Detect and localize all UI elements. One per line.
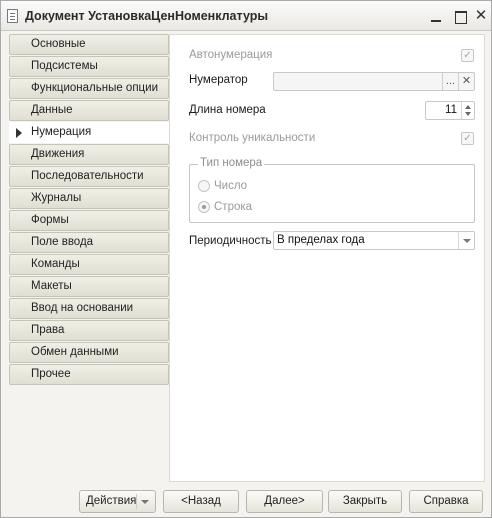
- sidebar-item-label: Макеты: [31, 280, 72, 292]
- sidebar-item-journals[interactable]: Журналы: [9, 188, 169, 209]
- sidebar-item-label: Обмен данными: [31, 346, 119, 358]
- autonumbering-label: Автонумерация: [189, 49, 273, 61]
- sidebar-item-other[interactable]: Прочее: [9, 364, 169, 385]
- periodicity-value: В пределах года: [277, 234, 365, 246]
- number-length-stepper[interactable]: 11: [425, 101, 475, 120]
- sidebar-item-label: Данные: [31, 104, 73, 116]
- number-length-label: Длина номера: [189, 104, 266, 116]
- sidebar-item-label: Движения: [31, 148, 85, 160]
- actions-button[interactable]: Действия: [79, 490, 156, 513]
- sidebar-item-label: Ввод на основании: [31, 302, 134, 314]
- uniqueness-control-checkbox[interactable]: ✓: [461, 132, 474, 145]
- back-button[interactable]: <Назад: [163, 490, 239, 513]
- number-type-title: Тип номера: [198, 157, 265, 169]
- sidebar-item-numbering[interactable]: Нумерация: [9, 122, 174, 143]
- uniqueness-control-label: Контроль уникальности: [189, 132, 316, 144]
- close-window-button[interactable]: ✕: [473, 8, 489, 24]
- numerator-select-button[interactable]: ...: [442, 73, 458, 90]
- chevron-down-icon[interactable]: [458, 232, 474, 249]
- sidebar-item-subsystems[interactable]: Подсистемы: [9, 56, 169, 77]
- autonumbering-checkbox[interactable]: ✓: [461, 49, 474, 62]
- periodicity-select[interactable]: В пределах года: [273, 231, 475, 250]
- number-length-value: 11: [445, 104, 457, 116]
- sidebar-item-templates[interactable]: Макеты: [9, 276, 169, 297]
- window-title: Документ УстановкаЦенНоменклатуры: [25, 9, 269, 23]
- sidebar-item-commands[interactable]: Команды: [9, 254, 169, 275]
- active-marker-icon: [16, 128, 22, 138]
- radio-string[interactable]: [198, 201, 210, 213]
- radio-number-label: Число: [214, 180, 248, 192]
- help-button[interactable]: Справка: [409, 490, 483, 513]
- periodicity-label: Периодичность: [189, 235, 272, 247]
- minimize-button[interactable]: [428, 8, 444, 24]
- sidebar-item-label: Нумерация: [31, 126, 92, 138]
- next-button[interactable]: Далее>: [246, 490, 323, 513]
- spin-up-icon: [465, 105, 471, 109]
- numerator-field[interactable]: ... ✕: [273, 72, 475, 91]
- sidebar-item-input-field[interactable]: Поле ввода: [9, 232, 169, 253]
- sidebar-item-label: Права: [31, 324, 65, 336]
- sidebar-item-label: Команды: [31, 258, 80, 270]
- title-bar: Документ УстановкаЦенНоменклатуры ✕: [1, 1, 491, 31]
- sidebar-item-label: Функциональные опции: [31, 82, 158, 94]
- chevron-down-icon: [141, 500, 149, 504]
- sidebar-item-label: Поле ввода: [31, 236, 94, 248]
- spin-down-icon: [465, 112, 471, 116]
- actions-label: Действия: [86, 495, 137, 507]
- sidebar-item-rights[interactable]: Права: [9, 320, 169, 341]
- sidebar-item-movements[interactable]: Движения: [9, 144, 169, 165]
- radio-number[interactable]: [198, 180, 210, 192]
- sidebar-item-data[interactable]: Данные: [9, 100, 169, 121]
- sidebar-item-main[interactable]: Основные: [9, 34, 169, 55]
- radio-string-label: Строка: [214, 201, 253, 213]
- sidebar-item-label: Основные: [31, 38, 86, 50]
- sidebar-item-label: Журналы: [31, 192, 82, 204]
- numerator-clear-button[interactable]: ✕: [458, 73, 474, 90]
- maximize-button[interactable]: [452, 8, 468, 24]
- sidebar-item-label: Формы: [31, 214, 69, 226]
- divider: [136, 494, 137, 509]
- sidebar-item-label: Последовательности: [31, 170, 144, 182]
- sidebar-item-functional-options[interactable]: Функциональные опции: [9, 78, 169, 99]
- numbering-panel: Автонумерация ✓ Нумератор ... ✕ Длина но…: [169, 34, 485, 482]
- close-button[interactable]: Закрыть: [328, 490, 402, 513]
- sidebar-item-forms[interactable]: Формы: [9, 210, 169, 231]
- spin-buttons[interactable]: [461, 102, 474, 119]
- sidebar-item-sequences[interactable]: Последовательности: [9, 166, 169, 187]
- number-type-group: Тип номера Число Строка: [189, 157, 475, 223]
- numerator-label: Нумератор: [189, 74, 248, 86]
- document-icon: [7, 9, 18, 23]
- sidebar-item-label: Прочее: [31, 368, 71, 380]
- sidebar-item-data-exchange[interactable]: Обмен данными: [9, 342, 169, 363]
- window: Документ УстановкаЦенНоменклатуры ✕ Осно…: [0, 0, 492, 518]
- sidebar-item-label: Подсистемы: [31, 60, 98, 72]
- sidebar-item-input-based-on[interactable]: Ввод на основании: [9, 298, 169, 319]
